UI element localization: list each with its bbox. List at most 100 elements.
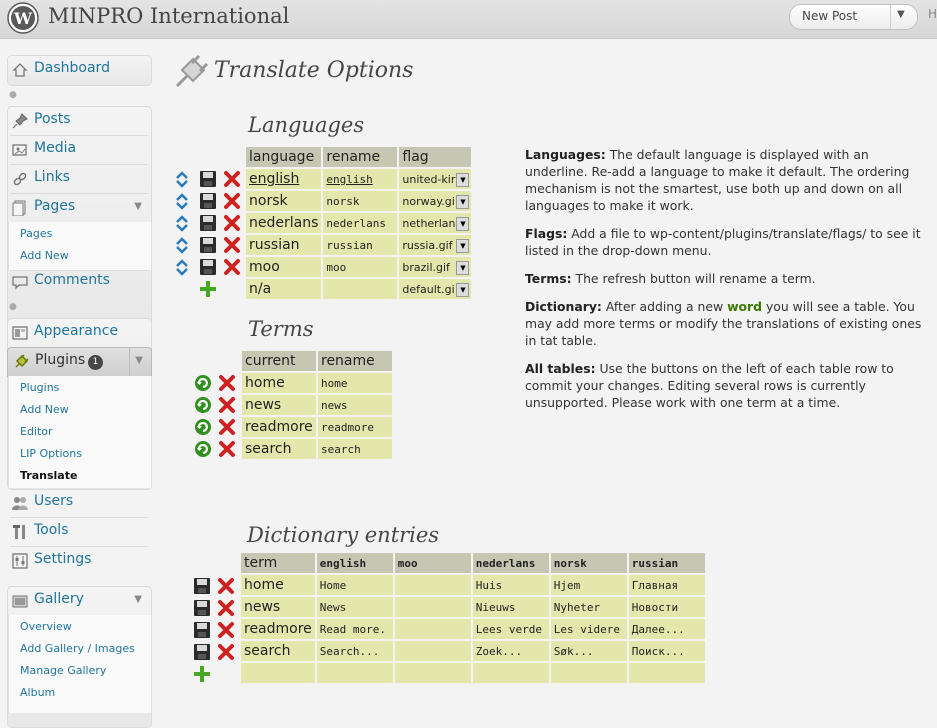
translation-input[interactable]: Home: [316, 575, 393, 595]
save-icon[interactable]: [193, 599, 211, 617]
refresh-icon[interactable]: [194, 396, 212, 414]
term-rename-input[interactable]: readmore: [318, 417, 392, 437]
delete-icon[interactable]: [218, 418, 236, 436]
save-icon[interactable]: [199, 192, 217, 210]
translation-input[interactable]: [394, 597, 471, 617]
translation-input[interactable]: Search...: [316, 641, 393, 661]
translation-input[interactable]: Далее...: [628, 619, 705, 639]
add-icon[interactable]: [193, 665, 211, 683]
translation-input[interactable]: Zoek...: [472, 641, 549, 661]
translation-input[interactable]: [394, 619, 471, 639]
add-icon[interactable]: [199, 280, 217, 298]
rename-input[interactable]: moo: [323, 257, 398, 277]
sidebar-item-gallery[interactable]: Gallery ▼: [7, 587, 150, 614]
chevron-down-icon[interactable]: ▼: [134, 594, 142, 605]
header-overflow-text[interactable]: H: [928, 7, 937, 21]
flag-select[interactable]: netherlan ▼: [399, 213, 472, 233]
rename-input[interactable]: nederlans: [323, 213, 398, 233]
flag-select[interactable]: default.gi ▼: [399, 279, 472, 299]
translation-input[interactable]: Read more.: [316, 619, 393, 639]
submenu-item-overview[interactable]: Overview: [20, 620, 72, 633]
delete-icon[interactable]: [223, 258, 241, 276]
rename-input[interactable]: norsk: [323, 191, 398, 211]
submenu-item-add-new[interactable]: Add New: [20, 249, 69, 262]
translation-input[interactable]: Nyheter: [550, 597, 627, 617]
delete-icon[interactable]: [223, 192, 241, 210]
separator-dot-icon[interactable]: ●: [9, 90, 17, 100]
delete-icon[interactable]: [217, 621, 235, 639]
submenu-item-editor[interactable]: Editor: [20, 425, 53, 438]
submenu-item-translate[interactable]: Translate: [20, 469, 77, 482]
translation-input[interactable]: [394, 641, 471, 661]
flag-select[interactable]: russia.gif ▼: [399, 235, 472, 255]
sidebar-item-plugins[interactable]: Plugins 1 ▼: [7, 347, 152, 377]
site-title[interactable]: MINPRO International: [48, 4, 289, 28]
sidebar-item-users[interactable]: Users: [7, 489, 150, 516]
flag-select[interactable]: brazil.gif ▼: [399, 257, 472, 277]
chevron-down-icon[interactable]: ▼: [456, 283, 470, 297]
sidebar-item-posts[interactable]: Posts: [7, 107, 150, 134]
new-post-label[interactable]: New Post: [802, 9, 857, 23]
delete-icon[interactable]: [218, 440, 236, 458]
save-icon[interactable]: [193, 643, 211, 661]
reorder-arrows-icon[interactable]: [173, 214, 191, 232]
sidebar-item-dashboard[interactable]: Dashboard: [7, 56, 150, 83]
sidebar-item-settings[interactable]: Settings: [7, 547, 150, 574]
chevron-down-icon[interactable]: ▼: [456, 261, 470, 275]
new-term-input[interactable]: [241, 663, 315, 683]
chevron-down-icon[interactable]: ▼: [135, 355, 143, 366]
save-icon[interactable]: [199, 170, 217, 188]
wordpress-logo-icon[interactable]: W: [7, 2, 39, 34]
refresh-icon[interactable]: [194, 418, 212, 436]
delete-icon[interactable]: [218, 374, 236, 392]
submenu-item-album[interactable]: Album: [20, 686, 55, 699]
language-name-input[interactable]: n/a: [246, 279, 322, 299]
submenu-item-lip-options[interactable]: LIP Options: [20, 447, 82, 460]
delete-icon[interactable]: [223, 170, 241, 188]
delete-icon[interactable]: [217, 643, 235, 661]
translation-input[interactable]: Поиск...: [628, 641, 705, 661]
delete-icon[interactable]: [223, 236, 241, 254]
sidebar-item-comments[interactable]: Comments: [7, 268, 150, 295]
translation-input[interactable]: Lees verde: [472, 619, 549, 639]
translation-input[interactable]: [472, 663, 549, 683]
rename-input[interactable]: [323, 279, 398, 299]
term-rename-input[interactable]: search: [318, 439, 392, 459]
save-icon[interactable]: [199, 258, 217, 276]
refresh-icon[interactable]: [194, 440, 212, 458]
reorder-arrows-icon[interactable]: [173, 170, 191, 188]
flag-select[interactable]: united-kir ▼: [399, 169, 472, 189]
chevron-down-icon[interactable]: ▼: [456, 195, 470, 209]
submenu-item-add-gallery[interactable]: Add Gallery / Images: [20, 642, 135, 655]
sidebar-item-tools[interactable]: Tools: [7, 518, 150, 545]
submenu-item-plugins[interactable]: Plugins: [20, 381, 59, 394]
chevron-down-icon[interactable]: ▼: [456, 239, 470, 253]
delete-icon[interactable]: [218, 396, 236, 414]
chevron-down-icon[interactable]: ▼: [456, 217, 470, 231]
submenu-item-add-new[interactable]: Add New: [20, 403, 69, 416]
translation-input[interactable]: [550, 663, 627, 683]
term-rename-input[interactable]: news: [318, 395, 392, 415]
translation-input[interactable]: [394, 663, 471, 683]
sidebar-item-links[interactable]: Links: [7, 165, 150, 192]
refresh-icon[interactable]: [194, 374, 212, 392]
save-icon[interactable]: [193, 621, 211, 639]
delete-icon[interactable]: [217, 599, 235, 617]
sidebar-item-appearance[interactable]: Appearance: [7, 319, 150, 346]
translation-input[interactable]: Hjem: [550, 575, 627, 595]
translation-input[interactable]: Søk...: [550, 641, 627, 661]
save-icon[interactable]: [199, 214, 217, 232]
submenu-item-manage-gallery[interactable]: Manage Gallery: [20, 664, 106, 677]
translation-input[interactable]: Главная: [628, 575, 705, 595]
delete-icon[interactable]: [217, 577, 235, 595]
reorder-arrows-icon[interactable]: [173, 258, 191, 276]
translation-input[interactable]: Nieuws: [472, 597, 549, 617]
separator-dot-icon[interactable]: ●: [9, 302, 17, 312]
translation-input[interactable]: Новости: [628, 597, 705, 617]
reorder-arrows-icon[interactable]: [173, 236, 191, 254]
chevron-down-icon[interactable]: ▼: [134, 201, 142, 212]
save-icon[interactable]: [199, 236, 217, 254]
sidebar-item-media[interactable]: Media: [7, 136, 150, 163]
chevron-down-icon[interactable]: ▼: [456, 173, 470, 187]
chevron-down-icon[interactable]: ▼: [897, 9, 905, 20]
